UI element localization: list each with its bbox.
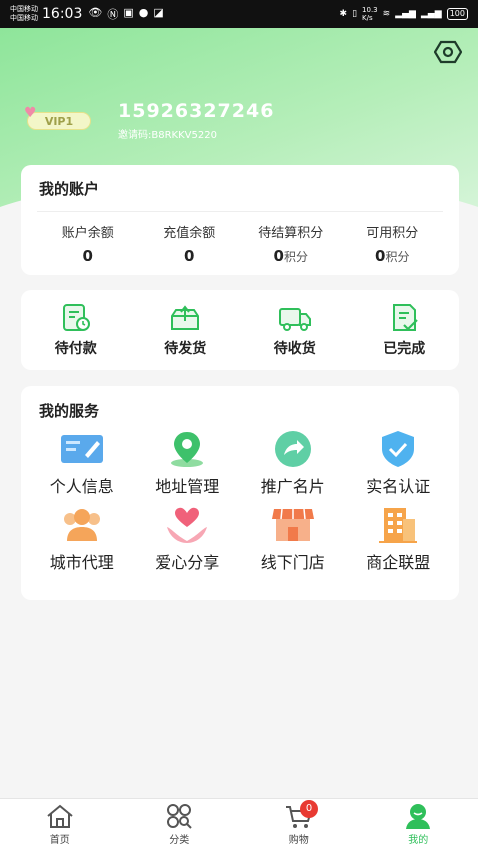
service-promo-card[interactable]: 推广名片 bbox=[240, 429, 346, 497]
service-label: 城市代理 bbox=[49, 553, 114, 572]
service-label: 爱心分享 bbox=[155, 553, 220, 572]
carrier-1: 中国移动 bbox=[10, 5, 38, 13]
order-pending-receipt[interactable]: 待收货 bbox=[240, 302, 350, 358]
invite-code[interactable]: 邀请码:B8RKKV5220 bbox=[118, 126, 217, 141]
users-group-icon bbox=[59, 505, 105, 545]
account-stat-balance[interactable]: 账户余额 0 bbox=[37, 222, 139, 265]
carrier-info: 中国移动 中国移动 bbox=[10, 5, 38, 23]
eye-icon: 👁 bbox=[88, 6, 103, 19]
account-stat-label: 待结算积分 bbox=[258, 226, 324, 241]
app-icon: ▣ bbox=[123, 6, 134, 19]
pending-shipment-icon bbox=[171, 305, 200, 330]
settings-hex-icon bbox=[433, 40, 463, 64]
app-notification-icon: ◪ bbox=[153, 6, 164, 19]
location-pin-icon bbox=[164, 429, 210, 469]
tab-category[interactable]: 分类 bbox=[120, 799, 240, 850]
share-arrow-icon bbox=[270, 429, 316, 469]
tab-cart[interactable]: 0 购物 bbox=[239, 799, 359, 850]
vip-badge: ♥ VIP1 bbox=[24, 105, 91, 130]
completed-document-icon bbox=[393, 304, 419, 331]
account-stat-label: 可用积分 bbox=[366, 226, 419, 241]
service-verification[interactable]: 实名认证 bbox=[346, 429, 452, 497]
order-label: 已完成 bbox=[383, 341, 426, 357]
tab-profile[interactable]: 我的 bbox=[359, 799, 478, 850]
bluetooth-icon: ✱ bbox=[339, 9, 348, 19]
tab-home[interactable]: 首页 bbox=[0, 799, 120, 850]
net-speed: 10.3 K/s bbox=[362, 6, 378, 22]
service-city-agent[interactable]: 城市代理 bbox=[29, 505, 135, 573]
order-pending-shipment[interactable]: 待发货 bbox=[131, 302, 241, 358]
account-stat-value: 0 bbox=[184, 247, 195, 265]
services-card: 我的服务 个人信息 地址管理 推广名片 实名认证 城市代理 爱心分享 线下门店 … bbox=[21, 386, 459, 600]
nfc-icon: Ⓝ bbox=[107, 8, 119, 21]
vip-level: VIP1 bbox=[44, 114, 74, 128]
system-icons: ✱ ▯ 10.3 K/s ≋ ▂▄▆ ▂▄▆ 100 bbox=[340, 6, 468, 22]
services-grid: 个人信息 地址管理 推广名片 实名认证 城市代理 爱心分享 线下门店 商企联盟 bbox=[21, 429, 459, 573]
account-stat-value: 0积分 bbox=[375, 247, 410, 265]
account-stat-value: 0 bbox=[82, 247, 93, 265]
profile-card-icon bbox=[59, 429, 105, 469]
service-address[interactable]: 地址管理 bbox=[135, 429, 241, 497]
wechat-icon: ● bbox=[138, 6, 149, 19]
verified-shield-icon bbox=[375, 429, 421, 469]
cart-count-badge: 0 bbox=[300, 800, 318, 818]
profile-icon bbox=[406, 804, 431, 829]
services-title: 我的服务 bbox=[39, 402, 100, 420]
office-building-icon bbox=[375, 505, 421, 545]
service-love-share[interactable]: 爱心分享 bbox=[135, 505, 241, 573]
account-stat-available-points[interactable]: 可用积分 0积分 bbox=[342, 222, 444, 265]
category-icon bbox=[167, 804, 192, 829]
storefront-icon bbox=[270, 505, 316, 545]
service-label: 个人信息 bbox=[49, 477, 114, 496]
pending-payment-icon bbox=[62, 304, 90, 331]
vibrate-icon: ▯ bbox=[352, 9, 358, 19]
account-stat-label: 充值余额 bbox=[163, 226, 216, 241]
heart-icon: ♥ bbox=[24, 105, 37, 121]
account-card: 我的账户 账户余额 0 充值余额 0 待结算积分 0积分 可用积分 0积分 bbox=[21, 165, 459, 275]
wifi-icon: ≋ bbox=[382, 9, 391, 19]
service-label: 实名认证 bbox=[366, 477, 431, 496]
account-stat-pending-points[interactable]: 待结算积分 0积分 bbox=[240, 222, 342, 265]
account-stat-label: 账户余额 bbox=[61, 226, 114, 241]
service-label: 地址管理 bbox=[155, 477, 220, 496]
account-stats: 账户余额 0 充值余额 0 待结算积分 0积分 可用积分 0积分 bbox=[37, 211, 443, 265]
account-stat-recharge[interactable]: 充值余额 0 bbox=[139, 222, 241, 265]
tab-label: 我的 bbox=[408, 835, 429, 846]
tab-label: 分类 bbox=[169, 835, 190, 846]
bottom-tabbar: 首页 分类 0 购物 我的 bbox=[0, 798, 478, 850]
tab-label: 首页 bbox=[49, 835, 70, 846]
delivery-truck-icon bbox=[278, 308, 311, 331]
service-label: 线下门店 bbox=[260, 553, 325, 572]
carrier-2: 中国移动 bbox=[10, 14, 38, 22]
account-title: 我的账户 bbox=[39, 180, 100, 198]
battery-icon: 100 bbox=[446, 8, 468, 20]
signal-icon: ▂▄▆ bbox=[395, 9, 416, 19]
clock: 16:03 bbox=[42, 6, 83, 22]
status-bar: 中国移动 中国移动 16:03 👁 Ⓝ ▣ ● ◪ ✱ ▯ 10.3 K/s ≋… bbox=[0, 0, 478, 28]
order-label: 待发货 bbox=[164, 341, 207, 357]
service-business-alliance[interactable]: 商企联盟 bbox=[346, 505, 452, 573]
service-personal-info[interactable]: 个人信息 bbox=[29, 429, 135, 497]
notification-icons: 👁 Ⓝ ▣ ● ◪ bbox=[88, 6, 163, 22]
order-pending-payment[interactable]: 待付款 bbox=[21, 302, 131, 358]
order-label: 待收货 bbox=[273, 341, 316, 357]
account-stat-value: 0积分 bbox=[273, 247, 308, 265]
order-label: 待付款 bbox=[54, 341, 97, 357]
service-offline-store[interactable]: 线下门店 bbox=[240, 505, 346, 573]
signal-2-icon: ▂▄▆ bbox=[420, 9, 442, 19]
tab-label: 购物 bbox=[288, 835, 309, 846]
settings-button[interactable] bbox=[433, 40, 463, 64]
service-label: 推广名片 bbox=[260, 477, 325, 496]
orders-card: 待付款 待发货 待收货 已完成 bbox=[21, 290, 459, 370]
order-completed[interactable]: 已完成 bbox=[350, 302, 460, 358]
home-icon bbox=[47, 804, 73, 828]
service-label: 商企联盟 bbox=[366, 553, 431, 572]
user-phone: 15926327246 bbox=[118, 100, 275, 122]
heart-hands-icon bbox=[164, 505, 210, 545]
